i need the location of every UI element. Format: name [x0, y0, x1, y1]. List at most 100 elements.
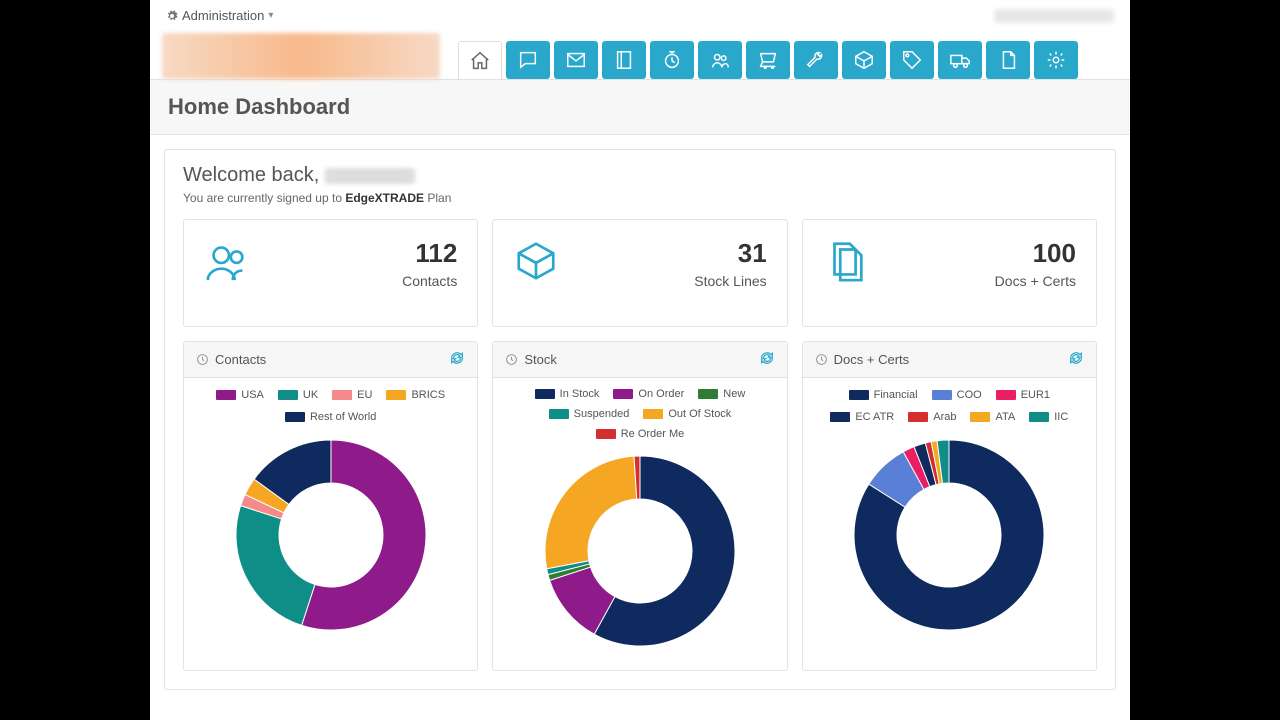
donut-chart: [501, 446, 778, 656]
chart-legend: In Stock On Order New Suspended Out Of Stock…: [501, 388, 778, 440]
nav-wrench[interactable]: [794, 41, 838, 79]
users-icon: [204, 238, 250, 289]
chart-card: Stock In Stock On Order New Suspended Out Of…: [492, 341, 787, 671]
chart-legend: Financial COO EUR1 EC ATR Arab ATA IIC: [811, 388, 1088, 424]
legend-label: Rest of World: [310, 411, 376, 423]
legend-item[interactable]: ATA: [970, 410, 1015, 424]
legend-label: EU: [357, 389, 372, 401]
legend-label: USA: [241, 389, 264, 401]
stat-value: 112: [402, 238, 457, 269]
stat-value: 31: [694, 238, 766, 269]
nav-users[interactable]: [698, 41, 742, 79]
chart-title: Docs + Certs: [834, 352, 910, 367]
legend-item[interactable]: Re Order Me: [596, 428, 685, 440]
primary-nav: [458, 41, 1078, 79]
logo: [162, 33, 440, 79]
welcome-card: Welcome back, You are currently signed u…: [164, 149, 1116, 690]
legend-item[interactable]: IIC: [1029, 410, 1068, 424]
stat-label: Contacts: [402, 273, 457, 289]
user-menu[interactable]: [994, 9, 1114, 23]
nav-clock[interactable]: [650, 41, 694, 79]
book-icon: [613, 49, 635, 71]
refresh-icon: [449, 350, 465, 366]
chart-card: Docs + Certs Financial COO EUR1 EC ATR Arab A…: [802, 341, 1097, 671]
plan-line: You are currently signed up to EdgeXTRAD…: [183, 191, 1097, 205]
chat-icon: [517, 49, 539, 71]
home-icon: [469, 50, 491, 72]
stat-stock[interactable]: 31 Stock Lines: [492, 219, 787, 327]
legend-item[interactable]: On Order: [613, 388, 684, 400]
nav-chat[interactable]: [506, 41, 550, 79]
truck-icon: [949, 49, 971, 71]
refresh-button[interactable]: [449, 350, 465, 369]
legend-item[interactable]: EU: [332, 388, 372, 402]
clock-icon: [661, 49, 683, 71]
legend-item[interactable]: New: [698, 388, 745, 400]
legend-item[interactable]: In Stock: [535, 388, 600, 400]
legend-item[interactable]: Suspended: [549, 408, 630, 420]
chart-title: Contacts: [215, 352, 266, 367]
admin-label: Administration: [182, 8, 264, 23]
chevron-down-icon: ▾: [268, 10, 273, 21]
users-icon: [709, 49, 731, 71]
refresh-button[interactable]: [759, 350, 775, 369]
gear-icon: [1045, 49, 1067, 71]
donut-chart: [192, 430, 469, 640]
nav-tag[interactable]: [890, 41, 934, 79]
legend-label: Re Order Me: [621, 428, 685, 440]
nav-gear[interactable]: [1034, 41, 1078, 79]
legend-label: Suspended: [574, 408, 630, 420]
stat-value: 100: [995, 238, 1076, 269]
legend-item[interactable]: Arab: [908, 410, 956, 424]
mail-icon: [565, 49, 587, 71]
legend-label: COO: [957, 389, 982, 401]
legend-label: New: [723, 388, 745, 400]
nav-package[interactable]: [842, 41, 886, 79]
nav-cart[interactable]: [746, 41, 790, 79]
tag-icon: [901, 49, 923, 71]
chart-legend: USA UK EU BRICS Rest of World: [192, 388, 469, 424]
nav-truck[interactable]: [938, 41, 982, 79]
nav-home[interactable]: [458, 41, 502, 79]
legend-item[interactable]: Rest of World: [285, 410, 376, 424]
clock-icon: [196, 353, 209, 366]
legend-label: In Stock: [560, 388, 600, 400]
username-redacted: [325, 168, 415, 184]
legend-label: EUR1: [1021, 389, 1050, 401]
gear-icon: [166, 10, 178, 22]
legend-label: EC ATR: [855, 411, 894, 423]
legend-item[interactable]: Out Of Stock: [643, 408, 731, 420]
stat-contacts[interactable]: 112 Contacts: [183, 219, 478, 327]
admin-menu[interactable]: Administration ▾: [166, 8, 273, 23]
legend-item[interactable]: UK: [278, 388, 318, 402]
legend-item[interactable]: COO: [932, 388, 982, 402]
wrench-icon: [805, 49, 827, 71]
page-title: Home Dashboard: [168, 94, 1112, 120]
clock-icon: [505, 353, 518, 366]
chart-title: Stock: [524, 352, 557, 367]
legend-label: ATA: [995, 411, 1015, 423]
nav-mail[interactable]: [554, 41, 598, 79]
clock-icon: [815, 353, 828, 366]
legend-item[interactable]: USA: [216, 388, 264, 402]
refresh-icon: [759, 350, 775, 366]
refresh-button[interactable]: [1068, 350, 1084, 369]
donut-chart: [811, 430, 1088, 640]
stat-label: Stock Lines: [694, 273, 766, 289]
refresh-icon: [1068, 350, 1084, 366]
documents-icon: [823, 238, 869, 289]
legend-item[interactable]: EC ATR: [830, 410, 894, 424]
legend-label: Out Of Stock: [668, 408, 731, 420]
doc-icon: [997, 49, 1019, 71]
stat-docs[interactable]: 100Docs + Certs: [802, 219, 1097, 327]
legend-label: BRICS: [411, 389, 445, 401]
legend-item[interactable]: BRICS: [386, 388, 445, 402]
legend-item[interactable]: EUR1: [996, 388, 1050, 402]
welcome-greeting: Welcome back,: [183, 164, 1097, 187]
package-icon: [513, 238, 559, 289]
legend-item[interactable]: Financial: [849, 388, 918, 402]
nav-doc[interactable]: [986, 41, 1030, 79]
legend-label: On Order: [638, 388, 684, 400]
legend-label: Financial: [874, 389, 918, 401]
nav-book[interactable]: [602, 41, 646, 79]
